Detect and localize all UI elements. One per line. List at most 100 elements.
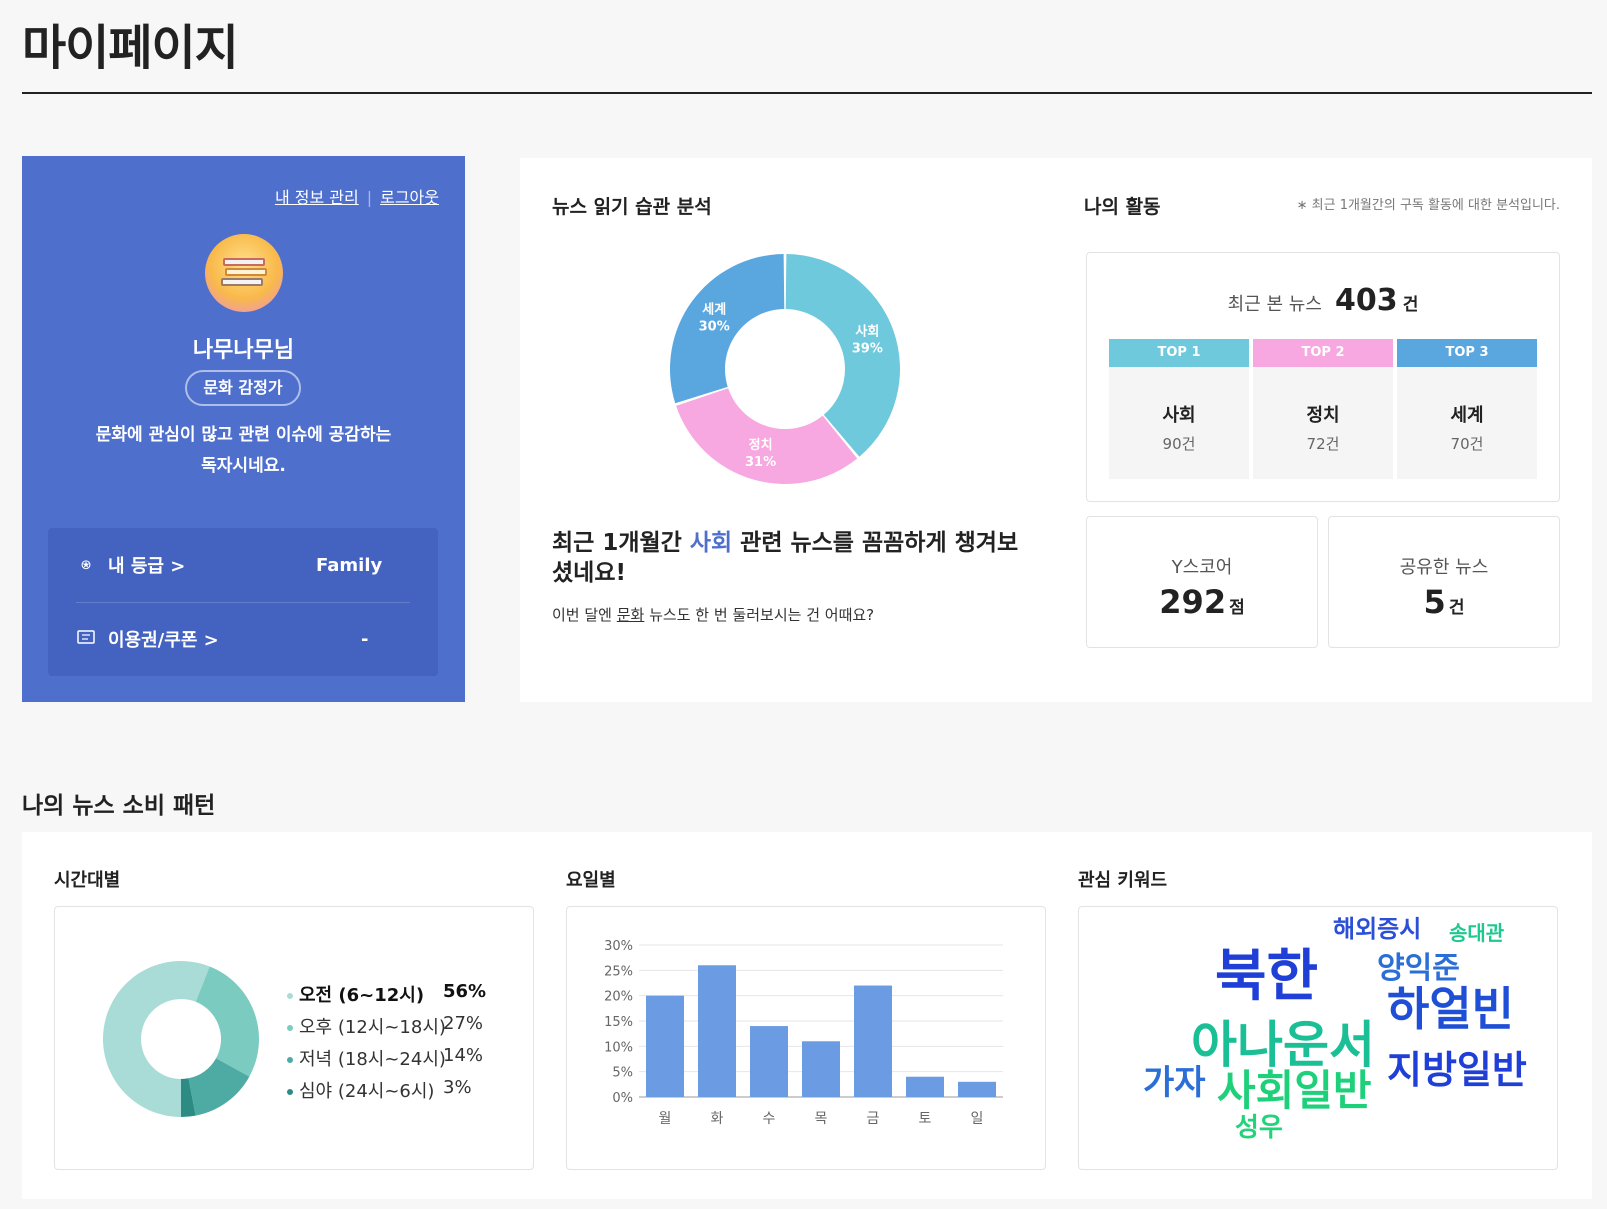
- x-tick-label: 토: [919, 1111, 932, 1127]
- bar-목: [802, 1041, 840, 1097]
- bar-월: [646, 995, 684, 1097]
- bar-수: [750, 1026, 788, 1097]
- bar-토: [906, 1076, 944, 1097]
- top1-category: 사회: [1162, 405, 1196, 426]
- link-separator: |: [366, 188, 373, 207]
- x-tick-label: 목: [815, 1111, 828, 1127]
- manage-info-link[interactable]: 내 정보 관리: [275, 188, 359, 207]
- top2-count: 72건: [1306, 435, 1340, 453]
- top1-cell: 사회 90건: [1109, 367, 1249, 479]
- x-tick-label: 월: [659, 1111, 672, 1127]
- reading-suggestion: 이번 달엔 문화 뉴스도 한 번 둘러보시는 건 어때요?: [552, 606, 875, 624]
- category-label-2-1: 30%: [699, 320, 730, 335]
- avatar: [205, 234, 283, 312]
- profile-description: 문화에 관심이 많고 관련 이슈에 공감하는 독자시네요.: [62, 420, 425, 482]
- score-label: Y스코어: [1171, 557, 1233, 578]
- description-line-1: 문화에 관심이 많고 관련 이슈에 공감하는: [95, 425, 392, 445]
- y-tick-label: 5%: [612, 1066, 633, 1081]
- keyword-2[interactable]: 북한: [1215, 931, 1318, 1012]
- bar-일: [958, 1081, 996, 1097]
- category-label-1-0: 정치: [749, 437, 773, 453]
- legend-evening: 저녁 (18시~24시) 14%: [287, 1045, 483, 1071]
- pattern-panel: 시간대별 요일별 관심 키워드 오전 (6~12시) 56% 오후 (12시~18…: [22, 832, 1592, 1199]
- coupon-value: -: [361, 628, 369, 650]
- top1-count: 90건: [1162, 435, 1196, 453]
- y-tick-label: 10%: [604, 1040, 633, 1055]
- badge-icon: ⍟: [81, 556, 91, 574]
- top3-category: 세계: [1450, 405, 1484, 426]
- x-tick-label: 일: [971, 1111, 984, 1127]
- top1-header: TOP 1: [1109, 339, 1249, 367]
- legend-late-night: 심야 (24시~6시) 3%: [287, 1077, 472, 1103]
- legend-afternoon: 오후 (12시~18시) 27%: [287, 1013, 483, 1039]
- logout-link[interactable]: 로그아웃: [380, 188, 439, 207]
- analysis-panel: 뉴스 읽기 습관 분석 사회 39% 정치 31% 세계 30% 최근 1개월간 사회 관…: [520, 158, 1592, 702]
- y-tick-label: 15%: [604, 1015, 633, 1030]
- score-card: Y스코어 292 점: [1086, 516, 1318, 648]
- keyword-1[interactable]: 송대관: [1449, 917, 1504, 946]
- top3-header: TOP 3: [1397, 339, 1537, 367]
- keyword-4[interactable]: 하얼빈: [1387, 973, 1514, 1039]
- time-donut-chart: [102, 961, 259, 1117]
- bar-금: [854, 985, 892, 1097]
- top2-cell: 정치 72건: [1253, 367, 1393, 479]
- category-donut-chart: 사회 39% 정치 31% 세계 30%: [670, 254, 900, 484]
- y-tick-label: 30%: [604, 939, 633, 954]
- keyword-8[interactable]: 지방일반: [1387, 1039, 1527, 1094]
- x-tick-label: 수: [763, 1111, 776, 1127]
- top3-cell: 세계 70건: [1397, 367, 1537, 479]
- top2-category: 정치: [1306, 405, 1340, 426]
- time-title: 시간대별: [54, 870, 121, 891]
- membership-box: ⍟ 내 등급 > Family 이용권/쿠폰 > -: [48, 528, 438, 676]
- description-line-2: 독자시네요.: [201, 456, 286, 476]
- weekday-card: 0% 5% 10% 15% 20% 25% 30% 월 화 수 목 금 토 일: [566, 906, 1046, 1170]
- y-tick-label: 0%: [612, 1091, 633, 1106]
- shared-label: 공유한 뉴스: [1399, 557, 1489, 578]
- time-slice-1: [195, 966, 259, 1077]
- reading-title: 뉴스 읽기 습관 분석: [552, 196, 712, 218]
- score-unit: 점: [1229, 598, 1245, 618]
- top3-count: 70건: [1450, 435, 1484, 453]
- weekday-title: 요일별: [566, 870, 616, 891]
- category-label-0-1: 39%: [852, 341, 883, 356]
- category-label-0-0: 사회: [855, 323, 879, 339]
- score-value: 292: [1159, 583, 1227, 621]
- pattern-title: 나의 뉴스 소비 패턴: [22, 793, 216, 819]
- grade-label: 내 등급 >: [108, 556, 186, 577]
- top2-header: TOP 2: [1253, 339, 1393, 367]
- recent-news-count: 403: [1334, 283, 1398, 318]
- page-title: 마이페이지: [22, 20, 239, 76]
- weekday-bar-chart: 0% 5% 10% 15% 20% 25% 30% 월 화 수 목 금 토 일: [604, 939, 1003, 1127]
- recent-news-card: 최근 본 뉴스 403 건 TOP 1 TOP 2 TOP 3 사회 90건 정…: [1086, 252, 1560, 502]
- coupon-row[interactable]: 이용권/쿠폰 > -: [76, 602, 410, 676]
- keyword-9[interactable]: 성우: [1235, 1107, 1283, 1144]
- shared-value: 5: [1423, 583, 1446, 621]
- keywords-title: 관심 키워드: [1078, 870, 1168, 891]
- keyword-6[interactable]: 가자: [1143, 1055, 1206, 1104]
- coupon-label: 이용권/쿠폰 >: [108, 630, 219, 651]
- grade-row[interactable]: ⍟ 내 등급 > Family: [76, 528, 410, 602]
- shared-unit: 건: [1448, 598, 1465, 618]
- title-divider: [22, 92, 1592, 94]
- keywords-card: 해외증시 송대관 북한 양익준 하얼빈 아나운서 가자 사회일반 지방일반 성우: [1078, 906, 1558, 1170]
- reading-message: 최근 1개월간 사회 관련 뉴스를 꼼꼼하게 챙겨보 셨네요!: [552, 530, 1019, 586]
- ticket-icon: [76, 630, 96, 648]
- profile-card: 내 정보 관리 | 로그아웃 나무나무님 문화 감정가 문화에 관심이 많고 관련 …: [22, 156, 465, 702]
- category-label-2-0: 세계: [702, 303, 726, 318]
- nickname: 나무나무님: [192, 338, 295, 363]
- keyword-0[interactable]: 해외증시: [1333, 909, 1421, 944]
- reader-type-badge: 문화 감정가: [185, 370, 301, 406]
- activity-title: 나의 활동: [1084, 196, 1161, 218]
- profile-links: 내 정보 관리 | 로그아웃: [275, 184, 439, 208]
- shared-news-card: 공유한 뉴스 5건: [1328, 516, 1560, 648]
- y-tick-label: 25%: [604, 964, 633, 979]
- book-icon: [223, 258, 265, 266]
- recent-news-unit: 건: [1402, 295, 1419, 315]
- suggest-category-link[interactable]: 문화: [617, 606, 645, 624]
- bar-화: [698, 965, 736, 1097]
- category-label-1-1: 31%: [745, 455, 776, 470]
- x-tick-label: 화: [711, 1111, 724, 1127]
- time-card: 오전 (6~12시) 56% 오후 (12시~18시) 27% 저녁 (18시~24…: [54, 906, 534, 1170]
- recent-news-label: 최근 본 뉴스: [1227, 294, 1322, 315]
- legend-morning: 오전 (6~12시) 56%: [287, 981, 486, 1007]
